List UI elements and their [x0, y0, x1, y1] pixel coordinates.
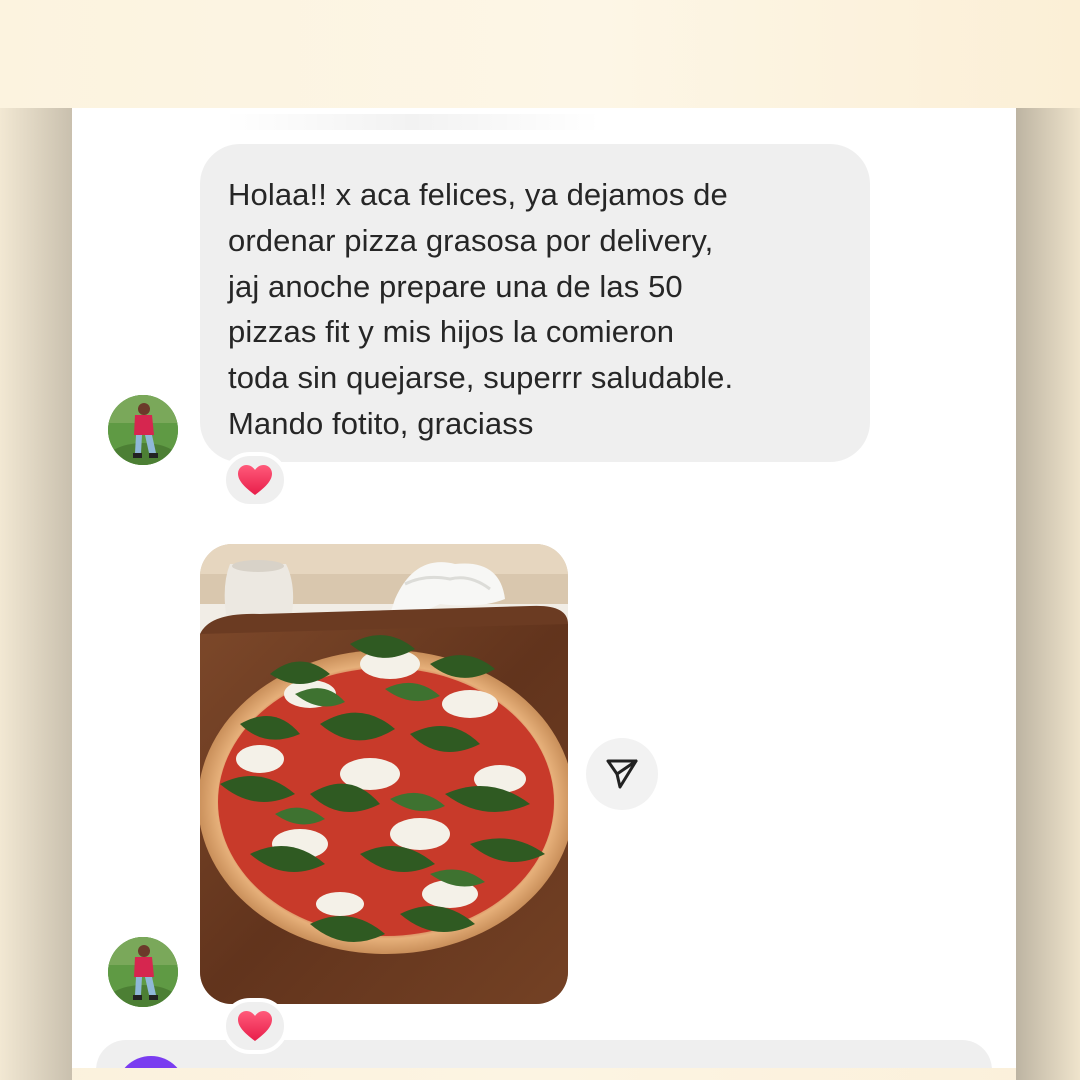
right-frame-shade	[1016, 108, 1080, 1080]
left-frame-shade	[0, 108, 72, 1080]
message-text: Holaa!! x aca felices, ya dejamos de ord…	[228, 172, 844, 447]
message-line: jaj anoche prepare una de las 50	[228, 268, 683, 304]
heart-icon	[238, 465, 272, 495]
message-line: Holaa!! x aca felices, ya dejamos de	[228, 177, 728, 212]
sender-avatar[interactable]	[108, 395, 178, 465]
heart-icon	[238, 1011, 272, 1041]
chat-screen: Holaa!! x aca felices, ya dejamos de ord…	[72, 108, 1016, 1068]
avatar-photo-icon	[108, 395, 178, 465]
share-button[interactable]	[586, 738, 658, 810]
top-background-band	[0, 0, 1080, 108]
pizza-image	[200, 544, 568, 1004]
message-bubble[interactable]: Holaa!! x aca felices, ya dejamos de ord…	[200, 144, 870, 462]
send-icon	[606, 759, 638, 789]
message-line: pizzas fit y mis hijos la comieron	[228, 314, 675, 350]
message-line: Mando fotito, graciass	[228, 405, 534, 441]
faded-header	[222, 114, 602, 130]
message-line: toda sin quejarse, superrr saludable.	[228, 360, 734, 396]
heart-reaction[interactable]	[222, 452, 288, 508]
sender-avatar[interactable]	[108, 937, 178, 1007]
heart-reaction[interactable]	[222, 998, 288, 1054]
message-line: ordenar pizza grasosa por delivery,	[228, 222, 714, 258]
pizza-photo-message[interactable]	[200, 544, 568, 1004]
avatar-photo-icon	[108, 937, 178, 1007]
